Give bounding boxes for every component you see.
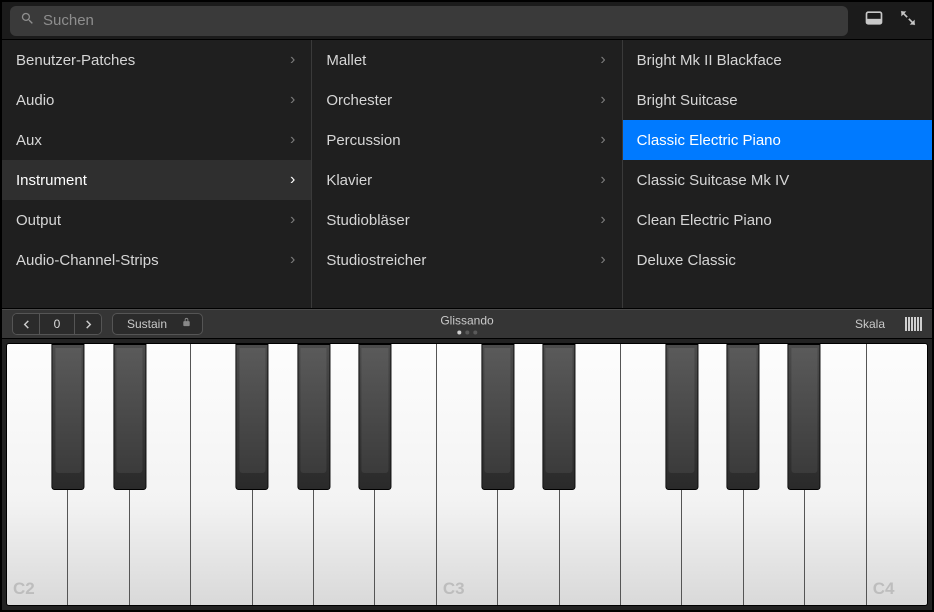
list-item[interactable]: Bright Mk II Blackface [623, 40, 932, 80]
list-item-label: Clean Electric Piano [637, 212, 772, 229]
list-item-label: Bright Mk II Blackface [637, 52, 782, 69]
list-item-label: Mallet [326, 52, 366, 69]
list-item[interactable]: Mallet › [312, 40, 621, 80]
list-item[interactable]: Bright Suitcase [623, 80, 932, 120]
key-label: C3 [443, 579, 465, 599]
top-icons [858, 8, 924, 33]
chevron-right-icon: › [600, 211, 605, 229]
black-key[interactable] [726, 344, 759, 490]
white-key[interactable]: C4 [867, 344, 927, 605]
list-item-label: Benutzer-Patches [16, 52, 135, 69]
list-item[interactable]: Audio › [2, 80, 311, 120]
octave-up-button[interactable] [75, 314, 101, 334]
fullscreen-icon[interactable] [898, 8, 918, 33]
octave-value: 0 [39, 314, 75, 334]
list-item[interactable]: Audio-Channel-Strips › [2, 240, 311, 280]
list-item-label: Orchester [326, 92, 392, 109]
list-item-label: Studiobläser [326, 212, 409, 229]
scale-button[interactable]: Skala [855, 317, 885, 331]
page-dots [440, 331, 493, 335]
patch-browser: Benutzer-Patches › Audio › Aux › Instrument… [2, 40, 932, 308]
browser-column-1: Benutzer-Patches › Audio › Aux › Instrument… [2, 40, 312, 308]
list-item[interactable]: Output › [2, 200, 311, 240]
list-item-label: Bright Suitcase [637, 92, 738, 109]
list-item-label: Deluxe Classic [637, 252, 736, 269]
search-icon [20, 11, 35, 31]
key-label: C4 [873, 579, 895, 599]
window-icon[interactable] [864, 8, 884, 33]
chevron-right-icon: › [600, 51, 605, 69]
list-item-label: Output [16, 212, 61, 229]
play-mode-label: Glissando [440, 314, 493, 328]
black-key[interactable] [113, 344, 146, 490]
search-input[interactable] [43, 12, 838, 29]
chevron-right-icon: › [290, 251, 295, 269]
chevron-right-icon: › [290, 91, 295, 109]
key-label: C2 [13, 579, 35, 599]
app-window: Benutzer-Patches › Audio › Aux › Instrument… [0, 0, 934, 612]
chevron-right-icon: › [290, 51, 295, 69]
list-item[interactable]: Clean Electric Piano [623, 200, 932, 240]
list-item-label: Audio [16, 92, 54, 109]
play-mode[interactable]: Glissando [440, 314, 493, 335]
chevron-right-icon: › [290, 171, 295, 189]
black-key[interactable] [358, 344, 391, 490]
list-item[interactable]: Classic Suitcase Mk IV [623, 160, 932, 200]
chevron-right-icon: › [600, 91, 605, 109]
black-key[interactable] [297, 344, 330, 490]
list-item-label: Instrument [16, 172, 87, 189]
keyboard-toolbar: 0 Sustain Glissando Skala [2, 309, 932, 339]
browser-column-3: Bright Mk II Blackface Bright Suitcase C… [623, 40, 932, 308]
list-item[interactable]: Percussion › [312, 120, 621, 160]
black-key[interactable] [542, 344, 575, 490]
list-item[interactable]: Orchester › [312, 80, 621, 120]
list-item-label: Classic Electric Piano [637, 132, 781, 149]
list-item-label: Percussion [326, 132, 400, 149]
top-bar [2, 2, 932, 40]
black-key[interactable] [665, 344, 698, 490]
list-item[interactable]: Studiobläser › [312, 200, 621, 240]
chevron-right-icon: › [600, 171, 605, 189]
octave-down-button[interactable] [13, 314, 39, 334]
piano-keys[interactable]: C2 C3 C4 [2, 339, 932, 610]
keyboard-icon[interactable] [905, 317, 922, 331]
list-item[interactable]: Studiostreicher › [312, 240, 621, 280]
list-item[interactable]: Klavier › [312, 160, 621, 200]
octave-stepper[interactable]: 0 [12, 313, 102, 335]
list-item-label: Aux [16, 132, 42, 149]
list-item[interactable]: Aux › [2, 120, 311, 160]
black-key[interactable] [236, 344, 269, 490]
list-item[interactable]: Classic Electric Piano [623, 120, 932, 160]
chevron-right-icon: › [600, 251, 605, 269]
list-item[interactable]: Instrument › [2, 160, 311, 200]
black-key[interactable] [788, 344, 821, 490]
browser-column-2: Mallet› Orchester› Percussion› Klavier› … [312, 40, 622, 308]
search-box[interactable] [10, 6, 848, 36]
chevron-right-icon: › [600, 131, 605, 149]
list-item-label: Classic Suitcase Mk IV [637, 172, 790, 189]
sustain-label: Sustain [127, 317, 167, 331]
sustain-toggle[interactable]: Sustain [112, 313, 203, 335]
list-item[interactable]: Benutzer-Patches › [2, 40, 311, 80]
list-item-label: Audio-Channel-Strips [16, 252, 159, 269]
black-key[interactable] [481, 344, 514, 490]
list-item[interactable]: Deluxe Classic [623, 240, 932, 280]
list-item-label: Studiostreicher [326, 252, 426, 269]
black-key[interactable] [52, 344, 85, 490]
chevron-right-icon: › [290, 211, 295, 229]
chevron-right-icon: › [290, 131, 295, 149]
list-item-label: Klavier [326, 172, 372, 189]
keyboard-panel: 0 Sustain Glissando Skala C2 C3 C4 [2, 308, 932, 610]
lock-icon [181, 317, 192, 331]
